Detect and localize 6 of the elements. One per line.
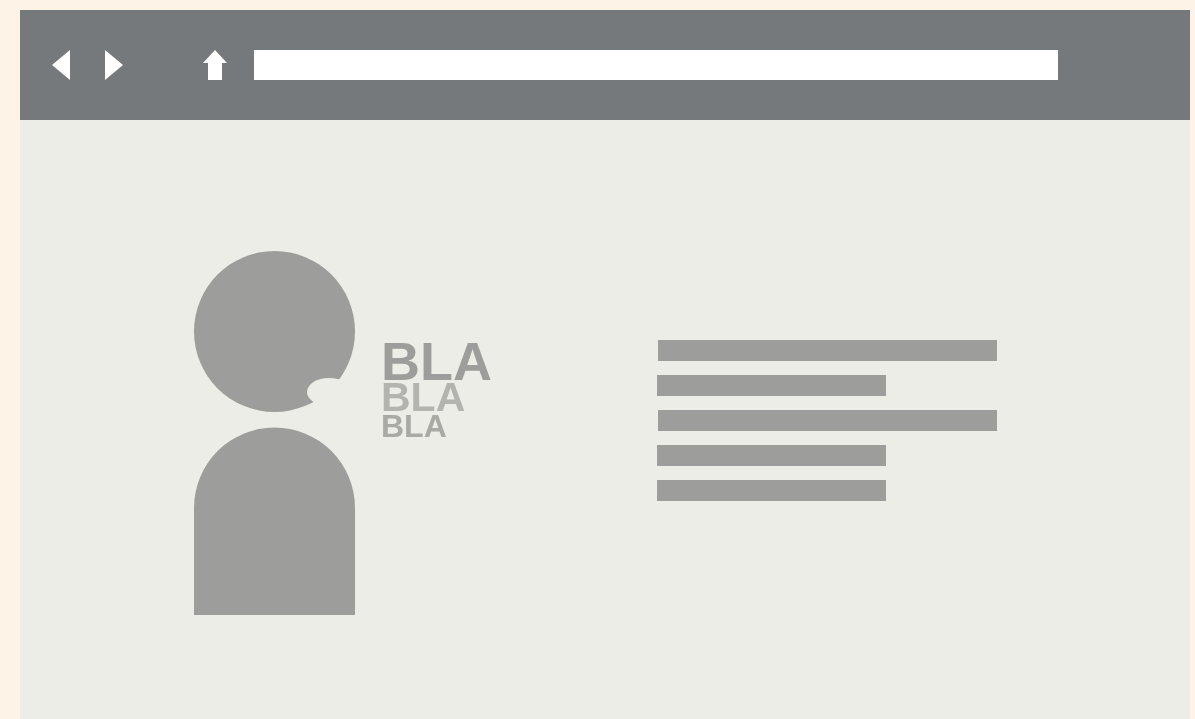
logo-text: BLA	[381, 382, 466, 415]
home-icon[interactable]	[203, 50, 227, 80]
logo-text: BLA	[381, 414, 447, 440]
logo-text: BLA	[381, 340, 492, 383]
forward-icon[interactable]	[105, 50, 123, 80]
back-icon[interactable]	[52, 50, 70, 80]
